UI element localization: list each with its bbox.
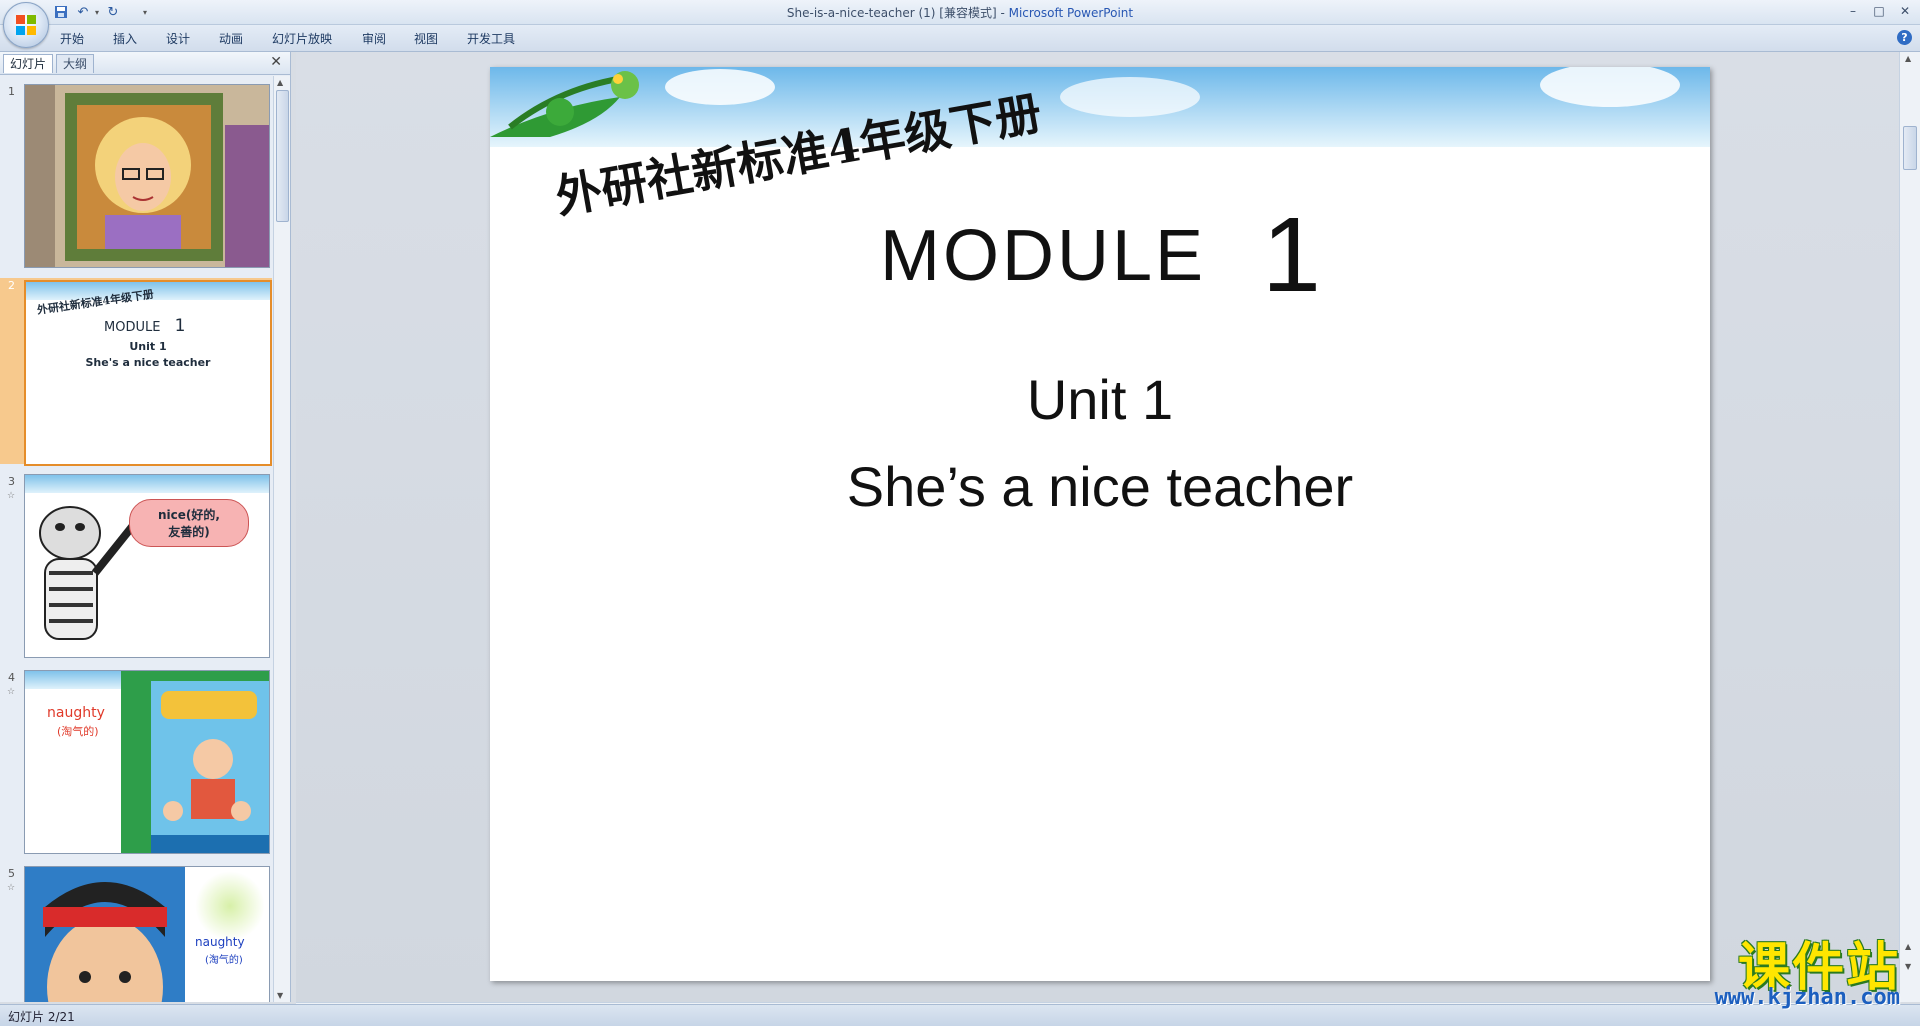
- scrollbar-thumb[interactable]: [276, 90, 289, 222]
- animation-star-icon: ☆: [7, 883, 16, 893]
- slide-number: 1: [8, 85, 15, 98]
- thumb-module-text: MODULE: [104, 320, 161, 335]
- slide-thumbnail[interactable]: [24, 84, 270, 268]
- flower-decoration: [195, 871, 265, 941]
- scroll-up-icon[interactable]: ▲: [1905, 54, 1911, 63]
- slide-thumbnail[interactable]: nice(好的, 友善的): [24, 474, 270, 658]
- thumbnail-scrollbar[interactable]: ▲ ▼: [273, 76, 290, 1002]
- thumbnail-slide-4[interactable]: 4 ☆ naughty (淘气的): [0, 670, 272, 860]
- tab-insert[interactable]: 插入: [113, 30, 137, 47]
- slide-module-number[interactable]: 1: [1262, 195, 1321, 316]
- tab-design[interactable]: 设计: [166, 30, 190, 47]
- previous-slide-icon[interactable]: ▲: [1905, 942, 1911, 951]
- watermark-logo: 课件站 www.kjzhan.com: [1670, 925, 1900, 1015]
- tab-developer[interactable]: 开发工具: [467, 30, 515, 47]
- thumbnail-slide-3[interactable]: 3 ☆ nice(好的, 友善的): [0, 474, 272, 664]
- close-panel-icon[interactable]: ✕: [270, 54, 282, 70]
- tab-home[interactable]: 开始: [60, 30, 84, 47]
- book-cover-image: [121, 671, 269, 853]
- slide-subtitle[interactable]: She’s a nice teacher: [490, 454, 1710, 519]
- thumbnail-slide-1[interactable]: 1: [0, 84, 272, 274]
- current-slide[interactable]: 外研社新标准4年级下册 MODULE 1 Unit 1 She’s a nice…: [490, 67, 1710, 981]
- office-logo-icon: [16, 15, 36, 35]
- slide-editing-area: 外研社新标准4年级下册 MODULE 1 Unit 1 She’s a nice…: [296, 52, 1900, 1002]
- slide-thumbnail[interactable]: 外研社新标准4年级下册 MODULE 1 Unit 1 She's a nice…: [24, 280, 272, 466]
- thumb-unit: Unit 1: [129, 340, 167, 353]
- slide-thumbnail[interactable]: naughty (淘气的): [24, 670, 270, 854]
- main-scrollbar[interactable]: ▲ ▲ ▼: [1899, 52, 1920, 1002]
- scroll-down-icon[interactable]: ▼: [277, 991, 283, 1000]
- thumb-banner: [25, 475, 269, 493]
- tab-view[interactable]: 视图: [414, 30, 438, 47]
- slide-thumbnail[interactable]: naughty (淘气的): [24, 866, 270, 1002]
- thumb-word: naughty: [47, 705, 105, 721]
- minimize-button[interactable]: –: [1842, 2, 1864, 20]
- animation-star-icon: ☆: [7, 491, 16, 501]
- animation-star-icon: ☆: [7, 687, 16, 697]
- tab-outline[interactable]: 大纲: [56, 54, 95, 73]
- slide-indicator: 幻灯片 2/21: [8, 1010, 75, 1024]
- thumbnail-slide-5[interactable]: 5 ☆ naughty (淘气的): [0, 866, 272, 1002]
- thumb-module-num: 1: [174, 316, 186, 336]
- scroll-up-icon[interactable]: ▲: [277, 78, 283, 87]
- slide-number: 3: [8, 475, 15, 488]
- bubble-text-cn: 友善的): [168, 525, 210, 539]
- speech-bubble: nice(好的, 友善的): [129, 499, 249, 547]
- help-icon[interactable]: ?: [1897, 30, 1912, 45]
- document-title: She-is-a-nice-teacher (1) [兼容模式] -: [786, 6, 1009, 20]
- panel-tabs: 幻灯片 大纲 ✕: [0, 52, 290, 75]
- slide-unit-title[interactable]: Unit 1: [490, 367, 1710, 432]
- tab-animations[interactable]: 动画: [219, 30, 243, 47]
- window-title: She-is-a-nice-teacher (1) [兼容模式] - Micro…: [0, 4, 1920, 21]
- bubble-text-en: nice(好的,: [158, 508, 220, 522]
- maximize-button[interactable]: □: [1868, 2, 1890, 20]
- slide-number: 4: [8, 671, 15, 684]
- sky-banner-decoration: [490, 67, 1710, 147]
- close-button[interactable]: ✕: [1894, 2, 1916, 20]
- thumb-word: naughty: [195, 935, 245, 949]
- teacher-portrait-image: [25, 85, 269, 267]
- thumbnail-slide-2[interactable]: 2 外研社新标准4年级下册 MODULE 1 Unit 1 She's a ni…: [0, 278, 272, 466]
- slides-panel: 幻灯片 大纲 ✕ 1 2 外研社新标准4年级下册 MODULE 1 Unit 1…: [0, 52, 291, 1002]
- thumbnail-list: 1 2 外研社新标准4年级下册 MODULE 1 Unit 1 She's a …: [0, 76, 272, 1002]
- next-slide-icon[interactable]: ▼: [1905, 962, 1911, 971]
- tab-slides[interactable]: 幻灯片: [3, 54, 54, 73]
- tab-review[interactable]: 审阅: [362, 30, 386, 47]
- title-bar: ↶ ▾ ↻ ▾ She-is-a-nice-teacher (1) [兼容模式]…: [0, 0, 1920, 48]
- watermark-url: www.kjzhan.com: [1714, 985, 1900, 1010]
- tab-slideshow[interactable]: 幻灯片放映: [272, 30, 332, 47]
- thumb-module: MODULE 1: [104, 316, 185, 336]
- status-bar: 幻灯片 2/21: [0, 1004, 1920, 1026]
- scrollbar-thumb[interactable]: [1903, 126, 1917, 170]
- slide-number: 2: [8, 279, 15, 292]
- app-name: Microsoft PowerPoint: [1008, 6, 1134, 20]
- girl-photo-image: [25, 867, 185, 1002]
- slide-number: 5: [8, 867, 15, 880]
- office-button[interactable]: [3, 2, 49, 48]
- thumb-subtitle: She's a nice teacher: [85, 356, 211, 369]
- slide-module-label[interactable]: MODULE: [880, 215, 1206, 297]
- thumb-word-cn: (淘气的): [57, 725, 99, 738]
- ribbon-tabs: 开始 插入 设计 动画 幻灯片放映 审阅 视图 开发工具 ?: [0, 25, 1920, 52]
- thumb-word-cn: (淘气的): [205, 955, 243, 966]
